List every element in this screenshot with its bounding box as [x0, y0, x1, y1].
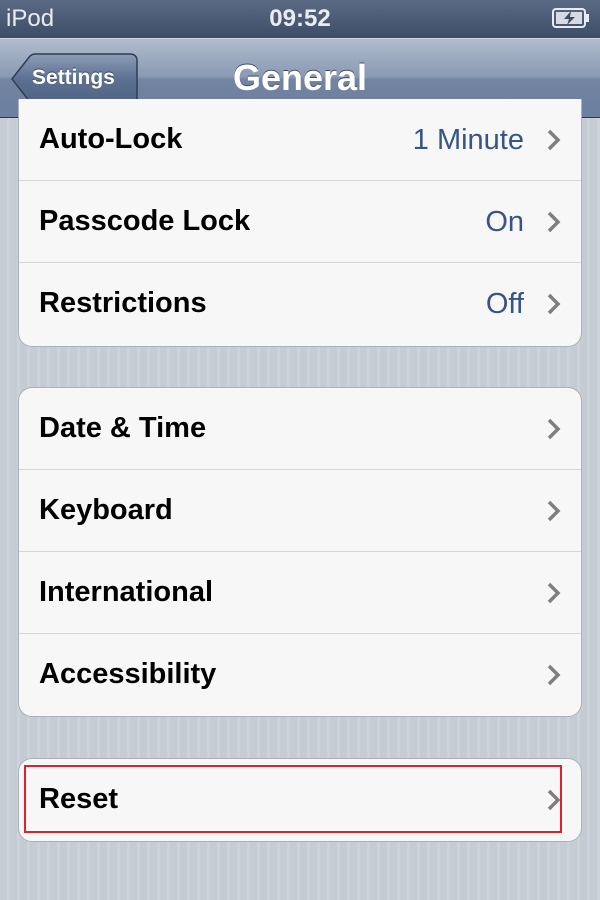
row-label: Keyboard: [39, 494, 173, 526]
chevron-right-icon: [547, 418, 561, 440]
settings-group-general: Date & Time Keyboard International Acces…: [18, 387, 582, 717]
row-keyboard[interactable]: Keyboard: [19, 470, 581, 552]
row-passcode-lock[interactable]: Passcode Lock On: [19, 181, 581, 263]
row-label: Passcode Lock: [39, 205, 251, 237]
settings-group-reset: Reset: [18, 758, 582, 842]
chevron-right-icon: [547, 500, 561, 522]
chevron-right-icon: [547, 293, 561, 315]
status-bar: iPod 09:52: [0, 0, 600, 38]
row-international[interactable]: International: [19, 552, 581, 634]
row-label: Date & Time: [39, 412, 207, 444]
chevron-right-icon: [547, 664, 561, 686]
chevron-right-icon: [547, 211, 561, 233]
row-label: International: [39, 576, 214, 608]
row-label: Reset: [39, 783, 118, 815]
row-value: On: [485, 206, 524, 238]
row-reset[interactable]: Reset: [19, 759, 581, 841]
row-restrictions[interactable]: Restrictions Off: [19, 263, 581, 345]
row-accessibility[interactable]: Accessibility: [19, 634, 581, 716]
row-label: Restrictions: [39, 287, 207, 319]
row-value: 1 Minute: [412, 124, 524, 156]
row-date-time[interactable]: Date & Time: [19, 388, 581, 470]
row-label: Accessibility: [39, 658, 217, 690]
chevron-right-icon: [547, 129, 561, 151]
chevron-right-icon: [547, 789, 561, 811]
battery-charging-icon: [552, 8, 589, 28]
row-label: Auto-Lock: [39, 123, 183, 155]
row-auto-lock[interactable]: Auto-Lock 1 Minute: [19, 99, 581, 181]
row-value: Off: [485, 288, 524, 320]
status-time: 09:52: [269, 5, 331, 32]
settings-group-security: Auto-Lock 1 Minute Passcode Lock On Rest…: [18, 99, 582, 347]
chevron-right-icon: [547, 582, 561, 604]
page-title: General: [232, 57, 368, 98]
